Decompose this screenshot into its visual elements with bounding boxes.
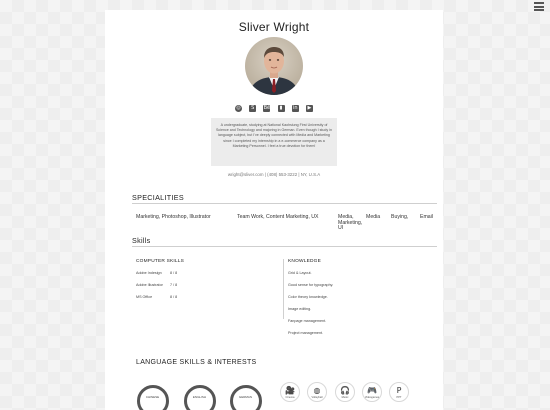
- skill-name: MS Office: [136, 295, 153, 299]
- interest-cinema: 🎥 Cinema: [280, 382, 300, 402]
- speciality-item: Media, Marketing, UI: [338, 214, 363, 232]
- speciality-item: Marketing, Photoshop, Illustrator: [136, 214, 211, 220]
- skill-level: 8 / 8: [170, 295, 178, 299]
- linkedin-icon[interactable]: in: [291, 105, 299, 112]
- volleyball-icon: ◍: [313, 386, 321, 395]
- specialities-heading: SPECIALITIES: [132, 193, 184, 202]
- skill-name: Adobe Illustrator: [136, 283, 163, 287]
- resume-card: Sliver Wright ◎ S Bē ▮ in ▶ A undergradu…: [105, 10, 443, 410]
- knowledge-item: Fanpage management.: [288, 319, 327, 323]
- stats-icon[interactable]: ▮: [277, 105, 285, 112]
- skills-heading: Skills: [132, 236, 151, 245]
- avatar: [245, 37, 303, 95]
- column-divider: [283, 259, 284, 319]
- behance-icon[interactable]: Bē: [263, 105, 271, 112]
- knowledge-heading: KNOWLEDGE: [288, 259, 321, 264]
- language-circle: GERMAN: [230, 385, 262, 410]
- interest-label: Volleyball: [311, 396, 323, 399]
- interest-ppt: P PPT: [389, 382, 409, 402]
- divider: [132, 203, 437, 204]
- language-label: GERMAN: [238, 395, 253, 399]
- interest-videogames: 🎮 Videogames: [362, 382, 382, 402]
- divider: [132, 246, 437, 247]
- language-circle: CHINESE: [137, 385, 169, 410]
- language-circle: ENGLISH: [184, 385, 216, 410]
- bio-text: A undergraduate, studying at National Ka…: [211, 118, 337, 166]
- gamepad-icon: 🎮: [367, 386, 377, 395]
- film-camera-icon: 🎥: [285, 386, 295, 395]
- headphones-icon: 🎧: [340, 386, 350, 395]
- skill-level: 7 / 8: [170, 283, 178, 287]
- social-links: ◎ S Bē ▮ in ▶: [235, 105, 313, 113]
- knowledge-item: Color theory knowledge.: [288, 295, 328, 299]
- speciality-item: Team Work, Content Marketing, UX: [237, 214, 319, 220]
- computer-skills-heading: COMPUTER SKILLS: [136, 259, 185, 264]
- interest-label: Cinema: [285, 396, 295, 399]
- skill-name: Adobe Indesign: [136, 271, 162, 275]
- dribbble-icon[interactable]: ◎: [235, 105, 242, 112]
- language-label: CHINESE: [145, 395, 160, 399]
- speciality-item: Buying,: [391, 214, 409, 220]
- powerpoint-icon: P: [396, 386, 402, 395]
- speciality-item: Email: [420, 214, 433, 220]
- knowledge-item: Grid & Layout.: [288, 271, 312, 275]
- interest-label: Videogames: [364, 396, 380, 399]
- interest-music: 🎧 Music: [335, 382, 355, 402]
- interest-label: PPT: [396, 396, 402, 399]
- knowledge-item: Image editing.: [288, 307, 312, 311]
- knowledge-item: Good sense for typography.: [288, 283, 334, 287]
- language-label: ENGLISH: [192, 395, 207, 399]
- interest-volleyball: ◍ Volleyball: [307, 382, 327, 402]
- hamburger-menu-icon[interactable]: [534, 2, 544, 11]
- contact-info: wright@sliver.com | (408) 553-3222 | NY,…: [227, 172, 321, 177]
- skype-icon[interactable]: S: [249, 105, 257, 112]
- page-title: Sliver Wright: [238, 20, 310, 34]
- youtube-icon[interactable]: ▶: [305, 105, 313, 112]
- speciality-item: Media: [366, 214, 381, 220]
- knowledge-item: Project management.: [288, 331, 324, 335]
- interest-label: Music: [341, 396, 349, 399]
- languages-heading: LANGUAGE SKILLS & INTERESTS: [136, 359, 257, 366]
- skill-level: 8 / 8: [170, 271, 178, 275]
